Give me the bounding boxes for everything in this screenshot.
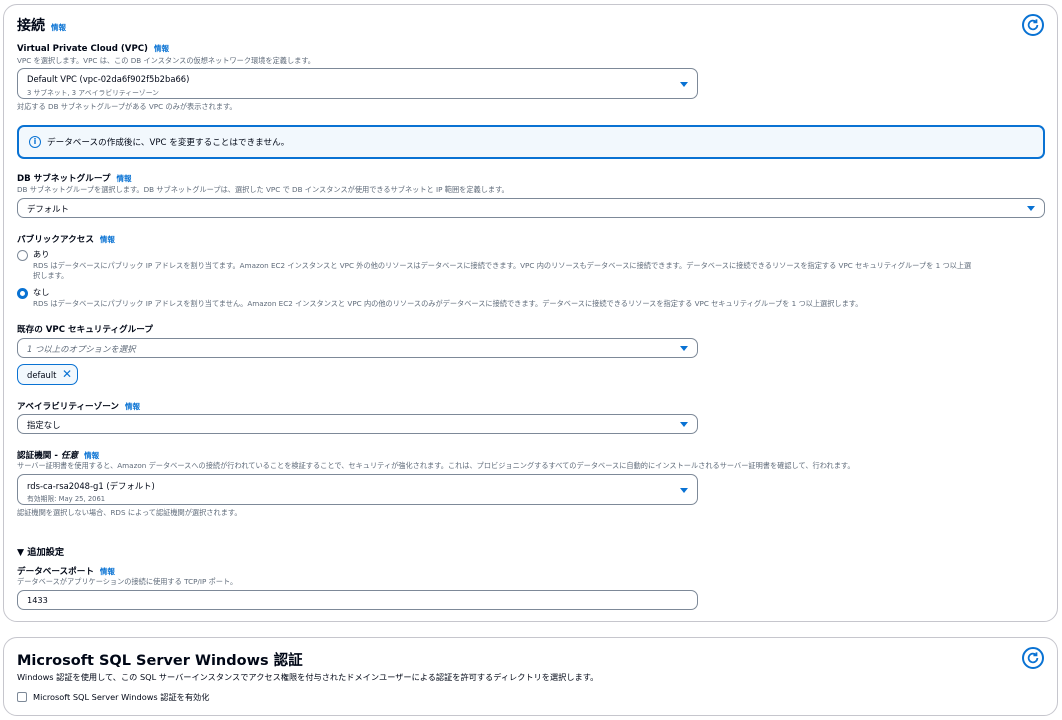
certificate-select[interactable]: rds-ca-rsa2048-g1 (デフォルト) 有効期限: May 25, …: [17, 474, 698, 505]
public-access-yes-description-cont: 択します。: [33, 271, 69, 280]
connectivity-title-text: 接続: [17, 18, 45, 34]
chevron-down-icon: [680, 422, 688, 427]
certificate-description: サーバー証明書を使用すると、Amazon データベースへの接続が行われていること…: [17, 461, 855, 470]
certificate-value: rds-ca-rsa2048-g1 (デフォルト): [27, 481, 155, 491]
port-label: データベースポート 情報: [17, 565, 115, 577]
connectivity-panel: 接続 情報 Virtual Private Cloud (VPC) 情報 VPC を…: [3, 4, 1058, 622]
windows-auth-checkbox[interactable]: [17, 692, 27, 702]
security-group-token: default ✕: [17, 364, 78, 385]
vpc-description: VPC を選択します。VPC は、この DB インスタンスの仮想ネットワーク環境…: [17, 56, 315, 65]
refresh-icon[interactable]: [1022, 14, 1044, 36]
subnet-group-value: デフォルト: [27, 204, 69, 214]
info-icon: i: [29, 136, 41, 148]
security-group-select[interactable]: 1 つ以上のオプションを選択: [17, 338, 698, 358]
vpc-info-link[interactable]: 情報: [154, 44, 169, 53]
public-access-no-description: RDS はデータベースにパブリック IP アドレスを割り当てません。Amazon…: [33, 299, 863, 308]
availability-zone-info-link[interactable]: 情報: [125, 402, 140, 411]
caret-down-icon: ▼: [17, 547, 28, 558]
subnet-group-label-text: DB サブネットグループ: [17, 174, 111, 184]
windows-auth-panel: Microsoft SQL Server Windows 認証 Windows …: [3, 637, 1058, 716]
security-group-placeholder: 1 つ以上のオプションを選択: [27, 344, 136, 354]
chevron-down-icon: [680, 346, 688, 351]
public-access-label-text: パブリックアクセス: [17, 235, 94, 245]
certificate-hint: 認証機関を選択しない場合、RDS によって認証機関が選択されます。: [17, 508, 242, 517]
availability-zone-value: 指定なし: [27, 420, 61, 430]
port-value: 1433: [27, 595, 48, 605]
availability-zone-select[interactable]: 指定なし: [17, 414, 698, 434]
close-icon[interactable]: ✕: [62, 367, 72, 381]
public-access-yes-description: RDS はデータベースにパブリック IP アドレスを割り当てます。Amazon …: [33, 261, 972, 270]
chevron-down-icon: [680, 82, 688, 87]
certificate-label: 認証機関 - 任意 情報: [17, 449, 99, 461]
vpc-select-value: Default VPC (vpc-02da6f902f5b2ba66): [27, 74, 190, 84]
certificate-label-text: 認証機関 -: [17, 451, 61, 461]
connectivity-title: 接続 情報: [17, 15, 66, 35]
vpc-select[interactable]: Default VPC (vpc-02da6f902f5b2ba66) 3 サブ…: [17, 68, 698, 99]
windows-auth-checkbox-label: Microsoft SQL Server Windows 認証を有効化: [33, 692, 210, 702]
certificate-optional-text: 任意: [60, 451, 79, 461]
vpc-select-sub: 3 サブネット, 3 アベイラビリティーゾーン: [27, 89, 159, 97]
subnet-group-description: DB サブネットグループを選択します。DB サブネットグループは、選択した VP…: [17, 185, 509, 194]
token-label: default: [27, 370, 57, 380]
chevron-down-icon: [1027, 206, 1035, 211]
port-description: データベースがアプリケーションの接続に使用する TCP/IP ポート。: [17, 577, 238, 586]
certificate-info-link[interactable]: 情報: [84, 451, 99, 460]
public-access-info-link[interactable]: 情報: [100, 235, 115, 244]
refresh-icon[interactable]: [1022, 647, 1044, 669]
vpc-info-alert: i データベースの作成後に、VPC を変更することはできません。: [17, 125, 1045, 159]
availability-zone-label: アベイラビリティーゾーン 情報: [17, 400, 140, 412]
windows-auth-title: Microsoft SQL Server Windows 認証: [17, 653, 303, 669]
public-access-no-label: なし: [33, 287, 50, 297]
vpc-label-text: Virtual Private Cloud (VPC): [17, 44, 148, 54]
info-link[interactable]: 情報: [51, 23, 66, 32]
port-input[interactable]: 1433: [17, 590, 698, 610]
security-group-label: 既存の VPC セキュリティグループ: [17, 325, 153, 335]
subnet-group-label: DB サブネットグループ 情報: [17, 172, 132, 184]
additional-settings-title: 追加設定: [27, 547, 65, 558]
public-access-yes-label: あり: [33, 249, 50, 259]
alert-text: データベースの作成後に、VPC を変更することはできません。: [47, 138, 290, 148]
subnet-group-info-link[interactable]: 情報: [117, 174, 132, 183]
chevron-down-icon: [680, 488, 688, 493]
additional-settings-toggle[interactable]: ▼ 追加設定: [17, 544, 64, 558]
certificate-expiry: 有効期限: May 25, 2061: [27, 495, 106, 503]
port-info-link[interactable]: 情報: [100, 567, 115, 576]
availability-zone-label-text: アベイラビリティーゾーン: [17, 402, 120, 412]
public-access-label: パブリックアクセス 情報: [17, 233, 115, 245]
public-access-no-radio[interactable]: [17, 288, 28, 299]
windows-auth-description: Windows 認証を使用して、この SQL サーバーインスタンスでアクセス権限…: [17, 672, 599, 682]
vpc-label: Virtual Private Cloud (VPC) 情報: [17, 43, 169, 54]
vpc-hint: 対応する DB サブネットグループがある VPC のみが表示されます。: [17, 102, 237, 111]
subnet-group-select[interactable]: デフォルト: [17, 198, 1045, 218]
public-access-yes-radio[interactable]: [17, 250, 28, 261]
port-label-text: データベースポート: [17, 567, 94, 577]
